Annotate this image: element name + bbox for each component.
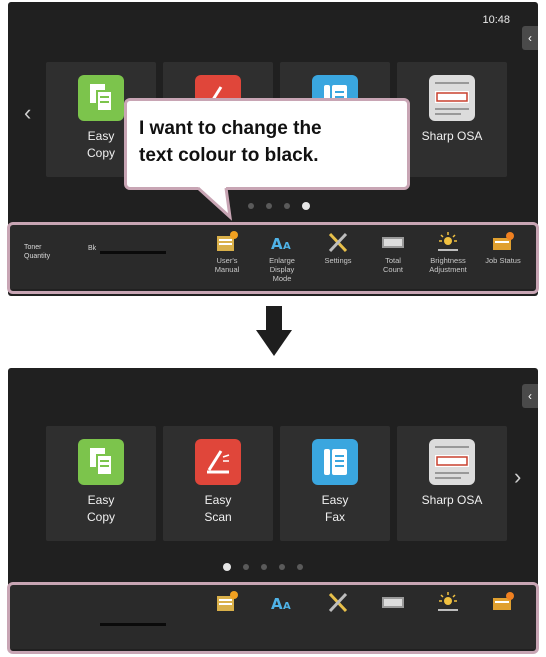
tile-easy-copy[interactable]: Easy Copy [46,426,156,541]
previous-page-arrow[interactable]: ‹ [24,102,31,124]
tile-label: Sharp OSA [421,493,483,507]
page-dot-active[interactable] [223,563,231,571]
page-dot[interactable] [266,203,272,209]
callout-text: I want to change the text colour to blac… [139,118,322,166]
easy-copy-icon [78,439,124,485]
system-bar-highlight [7,582,539,654]
page-dot[interactable] [243,564,249,570]
side-panel-tab[interactable]: ‹ [522,26,538,50]
page-dot[interactable] [261,564,267,570]
transition-down-arrow-icon [256,306,292,356]
callout-bubble: I want to change the text colour to blac… [124,98,410,190]
page-indicator [248,202,310,210]
page-dot[interactable] [284,203,290,209]
page-indicator [223,563,303,571]
page-dot[interactable] [297,564,303,570]
next-page-arrow[interactable]: › [514,466,521,488]
system-bar-highlight [7,222,539,294]
tile-sharp-osa[interactable]: Sharp OSA [397,426,507,541]
tile-label: Easy Scan [204,493,232,524]
sharp-osa-icon [429,439,475,485]
tile-easy-fax[interactable]: Easy Fax [280,426,390,541]
easy-scan-icon [195,439,241,485]
page-dot[interactable] [279,564,285,570]
page-dot-active[interactable] [302,202,310,210]
tile-sharp-osa[interactable]: Sharp OSA [397,62,507,177]
page-dot[interactable] [248,203,254,209]
side-panel-tab[interactable]: ‹ [522,384,538,408]
tile-easy-scan[interactable]: Easy Scan [163,426,273,541]
tile-label: Easy Copy [86,493,115,524]
tile-label: Easy Fax [321,493,349,524]
easy-copy-icon [78,75,124,121]
easy-fax-icon [312,439,358,485]
sharp-osa-icon [429,75,475,121]
clock: 10:48 [482,14,510,26]
callout-tail [196,187,233,221]
tile-label: Sharp OSA [421,129,483,143]
